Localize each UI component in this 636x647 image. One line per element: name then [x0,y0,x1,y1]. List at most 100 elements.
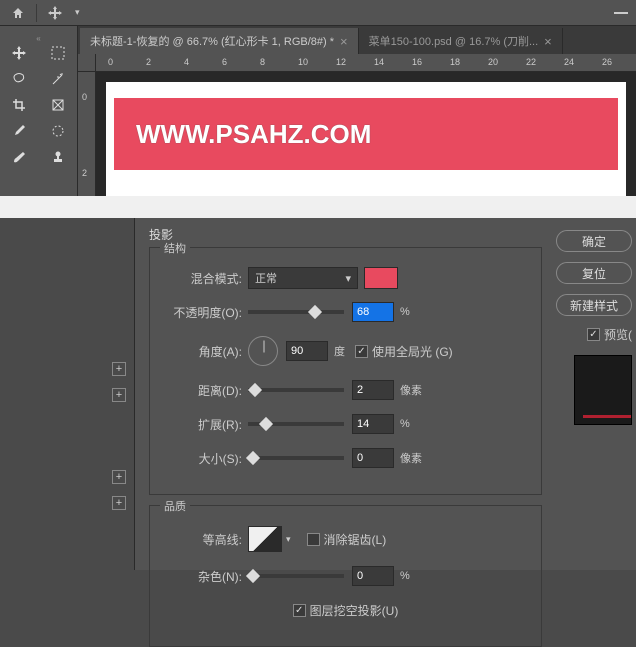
spread-input[interactable]: 14 [352,414,394,434]
size-slider[interactable] [248,456,344,460]
noise-unit: % [400,570,410,582]
tools-collapse-tab[interactable]: « [0,30,77,40]
tab-title: 菜单150-100.psd @ 16.7% (刀削... [369,33,539,49]
tools-panel: « [0,26,78,196]
opacity-input[interactable]: 68 [352,302,394,322]
selection-tool[interactable] [39,118,78,144]
ruler-tick: 10 [298,57,308,67]
quality-fieldset: 品质 等高线: ▾ 消除锯齿(L) 杂色(N): 0 % 图层挖空投影(U) [149,505,542,647]
distance-unit: 像素 [400,382,422,398]
shadow-color-swatch[interactable] [364,267,398,289]
magic-wand-tool[interactable] [39,66,78,92]
chevron-down-icon[interactable]: ▾ [75,7,80,18]
layer-style-dialog: + + + + 投影 结构 混合模式: 正常 ▾ 不透明度(O): 68 % [0,218,636,570]
move-tool[interactable] [0,40,39,66]
angle-label: 角度(A): [160,343,248,360]
frame-tool[interactable] [39,92,78,118]
vertical-ruler[interactable]: 0 2 [78,72,96,196]
tab-title: 未标题-1-恢复的 @ 66.7% (红心形卡 1, RGB/8#) * [90,33,334,49]
document-tab-active[interactable]: 未标题-1-恢复的 @ 66.7% (红心形卡 1, RGB/8#) * × [80,28,359,54]
style-list-panel: + + + + [0,218,135,570]
blend-mode-select[interactable]: 正常 ▾ [248,267,358,289]
crop-tool[interactable] [0,92,39,118]
ruler-tick: 8 [260,57,265,67]
ruler-tick: 24 [564,57,574,67]
options-bar: ▾ [0,0,636,26]
blend-mode-value: 正常 [255,270,277,286]
add-effect-button[interactable]: + [112,496,126,510]
document-tab-bar: 未标题-1-恢复的 @ 66.7% (红心形卡 1, RGB/8#) * × 菜… [78,26,636,54]
preview-label: 预览( [604,326,632,343]
size-label: 大小(S): [160,450,248,467]
angle-row: 角度(A): 90 度 使用全局光 (G) [160,334,531,368]
antialias-checkbox[interactable] [307,533,320,546]
noise-input[interactable]: 0 [352,566,394,586]
slider-thumb[interactable] [308,305,322,319]
banner-shape: WWW.PSAHZ.COM [114,98,618,170]
lasso-tool[interactable] [0,66,39,92]
slider-thumb[interactable] [246,569,260,583]
document-area: 未标题-1-恢复的 @ 66.7% (红心形卡 1, RGB/8#) * × 菜… [78,26,636,196]
structure-fieldset: 结构 混合模式: 正常 ▾ 不透明度(O): 68 % 角度(A): 90 度 [149,247,542,495]
fieldset-label: 结构 [160,240,190,256]
global-light-checkbox[interactable] [355,345,368,358]
global-light-label: 使用全局光 (G) [372,343,453,360]
distance-slider[interactable] [248,388,344,392]
close-icon[interactable]: × [340,34,348,49]
eyedropper-tool[interactable] [0,118,39,144]
add-effect-button[interactable]: + [112,388,126,402]
brush-tool[interactable] [0,144,39,170]
add-effect-button[interactable]: + [112,362,126,376]
slider-thumb[interactable] [248,383,262,397]
angle-dial[interactable] [248,336,278,366]
ruler-tick: 2 [82,168,87,178]
document-tab-inactive[interactable]: 菜单150-100.psd @ 16.7% (刀削... × [359,28,563,54]
ruler-tick: 12 [336,57,346,67]
preview-canvas [574,355,632,425]
knockout-checkbox[interactable] [293,604,306,617]
angle-unit: 度 [334,343,345,359]
angle-input[interactable]: 90 [286,341,328,361]
ok-button[interactable]: 确定 [556,230,632,252]
style-settings-panel: 投影 结构 混合模式: 正常 ▾ 不透明度(O): 68 % 角度(A): [135,218,556,570]
separator [36,4,37,22]
size-input[interactable]: 0 [352,448,394,468]
home-icon[interactable] [8,3,28,23]
ruler-tick: 0 [82,92,87,102]
contour-picker[interactable] [248,526,282,552]
ruler-corner [78,54,96,72]
ruler-tick: 26 [602,57,612,67]
opacity-slider[interactable] [248,310,344,314]
spread-slider[interactable] [248,422,344,426]
ruler-tick: 18 [450,57,460,67]
size-unit: 像素 [400,450,422,466]
spread-row: 扩展(R): 14 % [160,412,531,436]
chevron-down-icon[interactable]: ▾ [286,534,291,545]
dialog-section-title: 投影 [149,226,542,243]
horizontal-ruler[interactable]: 0 2 4 6 8 10 12 14 16 18 20 22 24 26 [96,54,636,72]
add-effect-button[interactable]: + [112,470,126,484]
spread-label: 扩展(R): [160,416,248,433]
blend-mode-label: 混合模式: [160,270,248,287]
knockout-row: 图层挖空投影(U) [160,598,531,622]
stamp-tool[interactable] [39,144,78,170]
move-tool-icon[interactable] [45,3,65,23]
marquee-tool[interactable] [39,40,78,66]
minimize-button[interactable] [614,12,628,14]
distance-input[interactable]: 2 [352,380,394,400]
new-style-button[interactable]: 新建样式 [556,294,632,316]
preview-checkbox[interactable] [587,328,600,341]
workspace: « 未标题-1-恢复的 @ 66.7% (红心形卡 1, RGB/8#) * × [0,26,636,196]
slider-thumb[interactable] [246,451,260,465]
dialog-buttons-panel: 确定 复位 新建样式 预览( [556,218,636,570]
close-icon[interactable]: × [544,34,552,49]
ruler-tick: 6 [222,57,227,67]
canvas[interactable]: WWW.PSAHZ.COM [106,82,626,196]
ruler-tick: 22 [526,57,536,67]
slider-thumb[interactable] [259,417,273,431]
distance-row: 距离(D): 2 像素 [160,378,531,402]
cancel-button[interactable]: 复位 [556,262,632,284]
noise-slider[interactable] [248,574,344,578]
banner-text: WWW.PSAHZ.COM [136,119,371,150]
preview-row: 预览( [556,326,636,343]
